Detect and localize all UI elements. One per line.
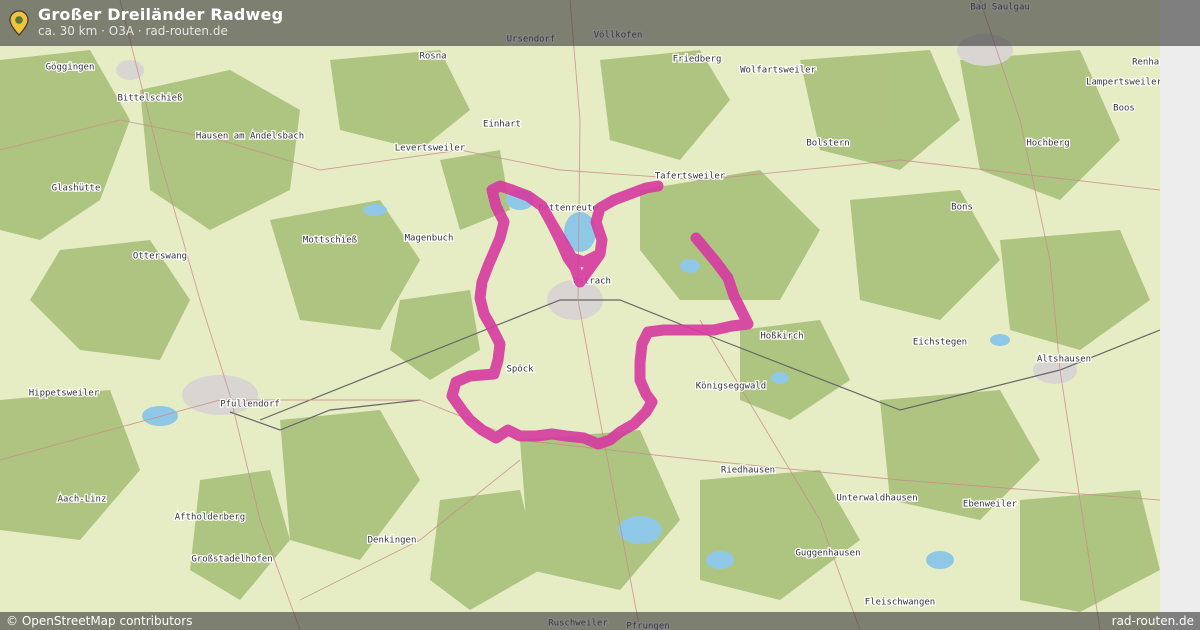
map-layer: Bad SaulgauRenhardsweilerUrsendorfVöllko… bbox=[0, 0, 1160, 630]
place-label: Denkingen bbox=[368, 536, 417, 546]
place-label: Guggenhausen bbox=[795, 549, 860, 559]
route-header: Großer Dreiländer Radweg ca. 30 km · O3A… bbox=[0, 0, 1200, 46]
place-label: Magenbuch bbox=[405, 234, 454, 244]
place-label: Großstadelhofen bbox=[191, 555, 272, 565]
place-label: Bons bbox=[951, 203, 973, 213]
place-label: Bittelschieß bbox=[117, 94, 183, 104]
place-label: Renhardsweiler bbox=[1132, 58, 1160, 68]
map-edge-strip bbox=[1160, 0, 1200, 630]
place-label: Levertsweiler bbox=[395, 144, 466, 154]
place-label: Otterswang bbox=[133, 252, 187, 262]
place-label: Glashütte bbox=[52, 184, 101, 194]
place-label: Bolstern bbox=[806, 139, 849, 149]
route-title: Großer Dreiländer Radweg bbox=[38, 5, 284, 24]
place-label: Einhart bbox=[483, 120, 521, 130]
map-footer: © OpenStreetMap contributors rad-routen.… bbox=[0, 612, 1200, 630]
place-label: Königseggwald bbox=[696, 382, 766, 392]
place-label: Hausen am Andelsbach bbox=[196, 132, 304, 142]
brand-link[interactable]: rad-routen.de bbox=[1112, 614, 1194, 628]
place-label: Tafertsweiler bbox=[655, 172, 726, 182]
place-label: Rosna bbox=[419, 52, 446, 62]
map-pin-icon bbox=[9, 10, 29, 36]
place-label: Aach-Linz bbox=[58, 495, 107, 505]
place-label: Hoßkirch bbox=[760, 332, 803, 342]
place-label: Pfullendorf bbox=[220, 400, 280, 410]
place-label: Lampertsweiler bbox=[1086, 78, 1160, 88]
place-label: Hochberg bbox=[1026, 139, 1069, 149]
place-label: Boos bbox=[1113, 104, 1135, 114]
place-label: Altshausen bbox=[1037, 355, 1091, 365]
place-label: Göggingen bbox=[46, 63, 95, 73]
place-label: Fleischwangen bbox=[865, 598, 935, 608]
place-label: Riedhausen bbox=[721, 466, 775, 476]
place-label: Mottschieß bbox=[303, 236, 358, 246]
osm-attribution-link[interactable]: © OpenStreetMap contributors bbox=[6, 614, 192, 628]
place-label: Hippetsweiler bbox=[29, 389, 100, 399]
map-canvas[interactable]: Bad SaulgauRenhardsweilerUrsendorfVöllko… bbox=[0, 0, 1160, 630]
place-label: Wolfartsweiler bbox=[740, 66, 816, 76]
place-label: Spöck bbox=[506, 365, 534, 375]
place-label: Friedberg bbox=[673, 55, 722, 65]
route-subtitle: ca. 30 km · O3A · rad-routen.de bbox=[38, 24, 228, 38]
place-label: Ebenweiler bbox=[963, 500, 1018, 510]
place-label: Unterwaldhausen bbox=[836, 494, 917, 504]
place-label: Aftholderberg bbox=[175, 513, 245, 523]
place-label: Eichstegen bbox=[913, 338, 967, 348]
